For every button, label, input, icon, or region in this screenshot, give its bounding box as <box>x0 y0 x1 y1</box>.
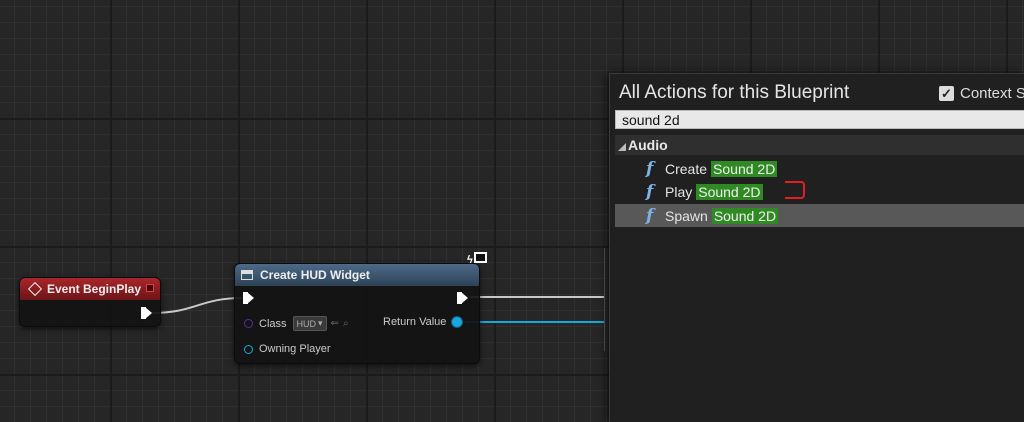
exec-wire-event-to-hud <box>151 297 243 314</box>
owning-player-label: Owning Player <box>259 343 331 355</box>
class-pin[interactable] <box>244 319 253 328</box>
class-pin-row[interactable]: Class HUD ▾ ⇐ ⌕ <box>244 316 349 331</box>
menu-title: All Actions for this Blueprint <box>619 82 850 103</box>
chevron-down-icon: ▾ <box>318 318 323 328</box>
lightning-icon: ϟ <box>467 254 473 266</box>
search-highlight: Sound 2D <box>711 207 779 224</box>
expand-triangle-icon[interactable] <box>618 143 626 151</box>
event-diamond-icon <box>27 281 43 297</box>
delegate-pin[interactable] <box>146 284 154 292</box>
function-f-icon: f <box>646 181 654 202</box>
category-label: Audio <box>628 137 668 153</box>
action-create-sound-2d[interactable]: f Create Sound 2D <box>615 157 1024 180</box>
hud-exec-out-pin[interactable] <box>457 292 468 304</box>
monitor-icon <box>474 252 487 263</box>
return-value-pin[interactable] <box>452 317 463 327</box>
hud-node-title: Create HUD Widget <box>260 268 370 282</box>
return-value-pin-row[interactable]: Return Value <box>383 316 463 328</box>
hud-exec-in-pin[interactable] <box>243 292 254 304</box>
class-combo-value: HUD <box>296 318 317 329</box>
function-f-icon: f <box>646 158 654 179</box>
hud-node-header[interactable]: Create HUD Widget <box>235 264 479 286</box>
event-node-title: Event BeginPlay <box>47 282 142 296</box>
checkmark-icon[interactable]: ✓ <box>939 86 954 101</box>
search-highlight: Sound 2D <box>696 183 763 200</box>
class-pin-label: Class <box>259 317 287 330</box>
action-search-input[interactable] <box>615 110 1024 129</box>
widget-icon <box>241 270 253 280</box>
action-spawn-sound-2d[interactable]: f Spawn Sound 2D <box>615 204 1024 227</box>
context-sensitive-label: Context S <box>960 85 1024 102</box>
search-highlight: Sound 2D <box>711 160 778 177</box>
action-prefix: Spawn <box>665 207 708 224</box>
network-screen-icon: ϟ <box>467 252 488 270</box>
function-f-icon: f <box>646 205 654 226</box>
context-sensitive-toggle[interactable]: ✓ Context S <box>939 85 1024 102</box>
class-combo-box[interactable]: HUD ▾ <box>292 316 327 331</box>
use-selected-arrow-icon[interactable]: ⇐ <box>331 318 339 329</box>
event-beginplay-node[interactable]: Event BeginPlay <box>19 277 161 327</box>
return-value-label: Return Value <box>383 316 447 328</box>
red-annotation-bracket <box>785 181 805 199</box>
event-node-header[interactable]: Event BeginPlay <box>20 278 160 300</box>
owning-player-pin-row[interactable]: Owning Player <box>244 343 331 355</box>
browse-search-icon[interactable]: ⌕ <box>343 318 349 329</box>
category-audio[interactable]: Audio <box>615 135 1024 155</box>
action-play-sound-2d[interactable]: f Play Sound 2D <box>615 180 1024 203</box>
owning-player-pin[interactable] <box>244 344 253 354</box>
event-exec-out-pin[interactable] <box>141 307 152 319</box>
action-prefix: Create <box>665 160 708 177</box>
action-prefix: Play <box>665 183 693 200</box>
all-actions-menu[interactable]: All Actions for this Blueprint ✓ Context… <box>609 73 1024 422</box>
